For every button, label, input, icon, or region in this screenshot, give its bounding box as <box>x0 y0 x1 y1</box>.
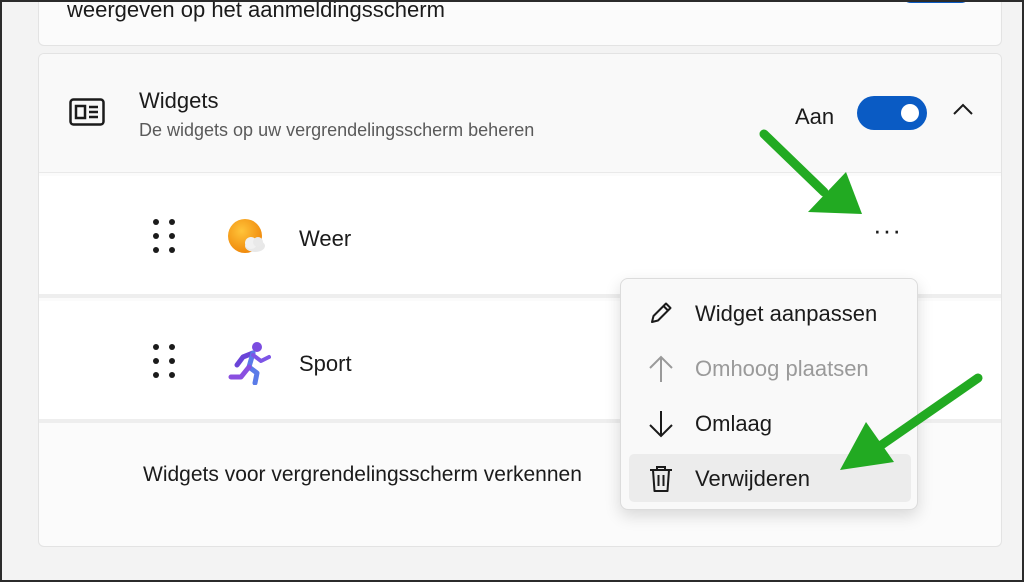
annotation-arrow-to-more-icon <box>759 129 862 214</box>
annotation-arrows <box>759 129 983 470</box>
annotation-arrow-to-verwijderen <box>840 373 983 470</box>
